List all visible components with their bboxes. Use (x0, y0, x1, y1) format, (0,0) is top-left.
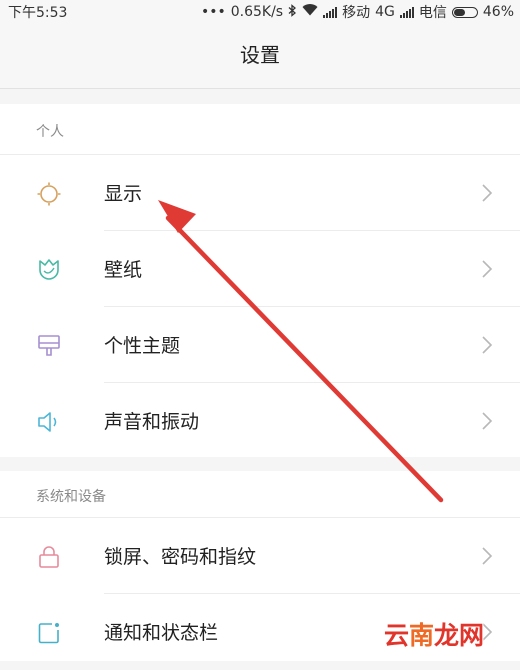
watermark-logo: 云南龙网 (384, 621, 485, 650)
annotation-arrow (158, 200, 444, 503)
